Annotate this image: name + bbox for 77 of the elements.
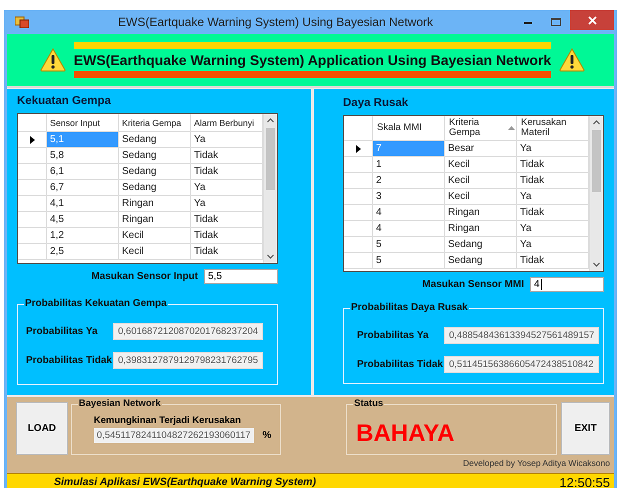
table-cell: 4	[373, 205, 445, 221]
input-field[interactable]: 4	[530, 277, 604, 292]
table-cell: 2	[373, 173, 445, 189]
row-header[interactable]	[344, 141, 373, 157]
exit-button[interactable]: EXIT	[561, 402, 610, 455]
current-row-icon	[356, 144, 360, 152]
field-label: Probabilitas Ya	[357, 330, 430, 341]
table-cell: 1	[373, 157, 445, 173]
table-cell: Ringan	[445, 221, 517, 237]
table-cell: 4	[373, 221, 445, 237]
field-label: Probabilitas Tidak	[357, 359, 444, 370]
table-cell: Sedang	[119, 148, 191, 164]
table-cell: 6,1	[47, 164, 119, 180]
clock-text: 12:50:55	[559, 474, 610, 488]
table-cell: Besar	[445, 141, 517, 157]
table-cell: 1,2	[47, 228, 119, 244]
status-text: BAHAYA	[356, 420, 454, 448]
status-bar-text: Simulasi Aplikasi EWS(Earthquake Warning System)	[54, 476, 316, 488]
group-title: Status	[353, 398, 384, 409]
panel-title: Kekuatan Gempa	[17, 95, 111, 107]
row-header[interactable]	[18, 132, 47, 148]
app-icon	[15, 16, 29, 28]
table-cell: Kecil	[445, 189, 517, 205]
banner-title: EWS(Earthquake Warning System) Application Using Bayesian Network	[74, 52, 552, 68]
table-cell: Kecil	[119, 228, 191, 244]
window-title: EWS(Eartquake Warning System) Using Bayesian Network	[117, 15, 434, 29]
table-cell: 2,5	[47, 244, 119, 260]
scrollbar[interactable]	[589, 116, 603, 271]
input-field[interactable]: 5,5	[204, 269, 278, 284]
output-field: 0,6016872120870201768237204	[113, 323, 264, 340]
table-cell: 5,8	[47, 148, 119, 164]
minimize-icon	[524, 20, 532, 24]
group-title: Bayesian Network	[78, 398, 162, 409]
table-cell: Kecil	[119, 244, 191, 260]
table-cell: 5	[373, 253, 445, 269]
current-row-icon	[30, 136, 34, 144]
table-cell: Ringan	[119, 212, 191, 228]
table-cell: Kecil	[445, 173, 517, 189]
table-cell: 4,1	[47, 196, 119, 212]
table-cell: Sedang	[445, 253, 517, 269]
column-header[interactable]: Kriteria Gempa	[119, 114, 191, 132]
field-label: Masukan Sensor Input	[91, 271, 198, 282]
table-cell: Sedang	[119, 180, 191, 196]
table-cell: 4,5	[47, 212, 119, 228]
warning-icon	[558, 48, 585, 72]
field-label: Probabilitas Ya	[26, 326, 99, 337]
close-icon	[588, 16, 596, 24]
table-cell: 6,7	[47, 180, 119, 196]
table-cell: Kecil	[445, 157, 517, 173]
table-cell: Ringan	[119, 196, 191, 212]
field-label: Kemungkinan Terjadi Kerusakan	[94, 415, 241, 426]
table-cell: Sedang	[119, 132, 191, 148]
output-field: 0,51145156386605472438510842	[444, 356, 599, 373]
output-field: 0,5451178241104827262193060117	[94, 428, 254, 443]
table-cell: 5,1	[47, 132, 119, 148]
group-title: Probabilitas Daya Rusak	[350, 302, 469, 313]
column-header[interactable]: Kriteria Gempa	[445, 116, 517, 141]
table-cell: Sedang	[445, 237, 517, 253]
warning-icon	[40, 48, 66, 72]
table-cell: 3	[373, 189, 445, 205]
group-title: Probabilitas Kekuatan Gempa	[24, 298, 168, 309]
load-button[interactable]: LOAD	[16, 402, 68, 455]
output-field: 0,48854843613394527561489157	[444, 327, 600, 344]
scrollbar[interactable]	[263, 114, 277, 263]
credit-text: Developed by Yosep Aditya Wicaksono	[463, 458, 610, 468]
unit-label: %	[262, 430, 272, 441]
panel-title: Daya Rusak	[343, 97, 408, 109]
table-cell: 7	[373, 141, 445, 157]
table-cell: 5	[373, 237, 445, 253]
maximize-icon	[551, 18, 561, 26]
sort-arrow-icon	[508, 126, 515, 130]
field-label: Probabilitas Tidak	[26, 355, 113, 366]
close-button[interactable]	[570, 10, 614, 30]
field-label: Masukan Sensor MMI	[422, 279, 524, 290]
output-field: 0,3983127879129798231762795	[113, 352, 264, 369]
table-cell: Sedang	[119, 164, 191, 180]
table-cell: Ringan	[445, 205, 517, 221]
